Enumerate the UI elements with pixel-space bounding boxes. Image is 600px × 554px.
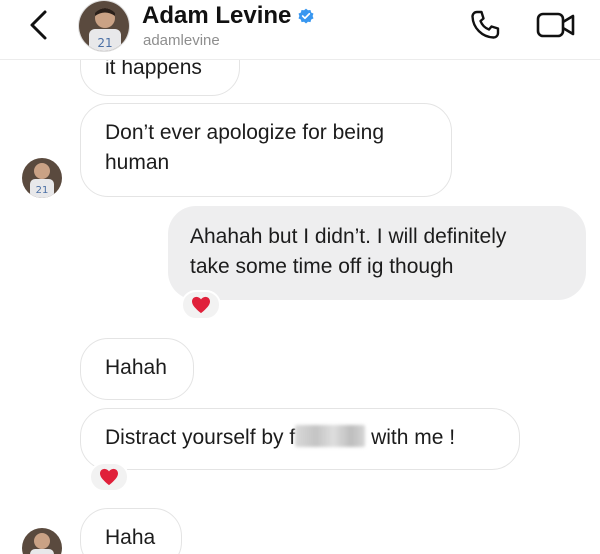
- message-text: Haha: [105, 526, 156, 549]
- heart-icon: [100, 468, 118, 486]
- video-camera-icon[interactable]: [536, 11, 576, 39]
- message-bubble-incoming[interactable]: Don’t ever apologize for being human: [80, 103, 452, 197]
- chevron-left-icon[interactable]: [24, 8, 54, 42]
- message-thread: it happens Don’t ever apologize for bein…: [0, 0, 600, 554]
- message-text: Hahah: [105, 356, 167, 379]
- message-text-line: human: [105, 151, 170, 174]
- heart-icon: [192, 296, 210, 314]
- svg-text:21: 21: [97, 36, 112, 50]
- message-text: Distract yourself by f: [105, 426, 296, 449]
- message-text-line: take some time off ig though: [190, 255, 454, 278]
- dm-screen: it happens Don’t ever apologize for bein…: [0, 0, 600, 554]
- message-text-line: Ahahah but I didn’t. I will definitely: [190, 225, 507, 248]
- message-bubble-outgoing[interactable]: Ahahah but I didn’t. I will definitely t…: [168, 206, 586, 300]
- censored-word: [295, 425, 366, 447]
- message-text: with me !: [371, 426, 456, 449]
- heart-reaction[interactable]: [181, 290, 221, 320]
- message-text-line: Don’t ever apologize for being: [105, 121, 385, 144]
- message-bubble-incoming[interactable]: Haha: [80, 508, 182, 554]
- verified-badge-icon: [298, 8, 314, 24]
- heart-reaction[interactable]: [89, 462, 129, 492]
- profile-avatar[interactable]: 21: [78, 0, 130, 52]
- display-name: Adam Levine: [142, 2, 292, 29]
- username: adamlevine: [143, 32, 220, 49]
- sender-avatar[interactable]: 21: [22, 158, 62, 198]
- name-row[interactable]: Adam Levine: [142, 2, 315, 30]
- message-bubble-incoming[interactable]: Distract yourself by f with me !: [80, 408, 520, 470]
- sender-avatar[interactable]: [22, 528, 62, 554]
- chat-header: 21 Adam Levine adamlevine: [0, 0, 600, 60]
- phone-icon[interactable]: [469, 9, 501, 41]
- svg-text:21: 21: [36, 185, 49, 196]
- message-bubble-incoming[interactable]: Hahah: [80, 338, 194, 400]
